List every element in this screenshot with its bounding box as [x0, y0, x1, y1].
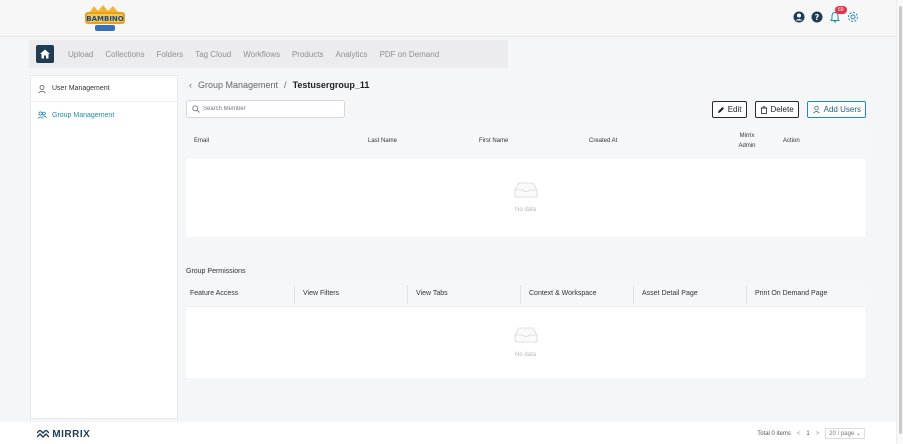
search-icon [192, 105, 200, 113]
permissions-table: Feature Access View Filters View Tabs Co… [186, 282, 865, 378]
bambino-logo[interactable]: BAMBINO [82, 4, 128, 33]
next-page-button[interactable]: > [816, 431, 820, 437]
permissions-table-header: Feature Access View Filters View Tabs Co… [186, 282, 865, 307]
permissions-empty-state: No data [513, 326, 539, 358]
help-icon[interactable]: ? [811, 11, 823, 23]
main-nav: Upload Collections Folders Tag Cloud Wor… [29, 40, 508, 68]
column-divider [746, 285, 747, 304]
mirrix-logo: MIRRIX [36, 429, 91, 440]
member-search[interactable] [186, 100, 345, 118]
column-created-at[interactable]: Created At [589, 138, 617, 144]
nav-item-folders[interactable]: Folders [157, 50, 184, 59]
delete-label: Delete [770, 105, 794, 114]
pencil-icon [717, 106, 724, 113]
add-users-label: Add Users [823, 105, 861, 114]
gear-icon[interactable] [847, 11, 859, 23]
trash-icon [760, 105, 767, 114]
page-size-value: 20 / page [829, 431, 855, 437]
edit-button[interactable]: Edit [711, 101, 747, 118]
nav-item-products[interactable]: Products [292, 50, 324, 59]
column-divider [633, 285, 634, 304]
scrollbar-thumb[interactable] [899, 6, 902, 434]
bell-icon[interactable]: 69 [829, 6, 847, 23]
column-asset-detail-page[interactable]: Asset Detail Page [642, 290, 698, 297]
nav-item-collections[interactable]: Collections [105, 50, 144, 59]
column-email[interactable]: Email [194, 138, 209, 144]
column-divider [520, 285, 521, 304]
nav-item-pdf-on-demand[interactable]: PDF on Demand [380, 50, 440, 59]
footer: MIRRIX Total 0 items < 1 > 20 / page ⌄ [0, 422, 896, 444]
nav-item-tag-cloud[interactable]: Tag Cloud [195, 50, 231, 59]
sidebar-item-group-management[interactable]: Group Management [31, 102, 177, 128]
breadcrumb: ‹ Group Management / Testusergroup_11 [189, 80, 369, 90]
members-table: Email Last Name First Name Created At Mi… [186, 123, 865, 237]
user-outline-icon [37, 84, 47, 94]
group-actions: Edit Delete Add Users [711, 101, 866, 118]
page-scrollbar[interactable] [896, 0, 903, 444]
add-user-icon [812, 105, 820, 114]
empty-inbox-icon [514, 182, 537, 198]
svg-text:?: ? [815, 13, 820, 22]
notification-badge: 69 [835, 6, 847, 14]
mirrix-brand-text: MIRRIX [52, 429, 91, 440]
sidebar-item-label: User Management [52, 85, 110, 92]
column-print-on-demand-page[interactable]: Print On Demand Page [755, 290, 827, 297]
column-view-tabs[interactable]: View Tabs [416, 290, 448, 297]
add-users-button[interactable]: Add Users [806, 101, 866, 118]
delete-button[interactable]: Delete [754, 101, 799, 118]
nav-item-workflows[interactable]: Workflows [243, 50, 280, 59]
back-chevron-icon[interactable]: ‹ [189, 80, 192, 90]
column-feature-access[interactable]: Feature Access [190, 290, 238, 297]
pagination: Total 0 items < 1 > 20 / page ⌄ [757, 428, 865, 439]
empty-inbox-icon [514, 327, 537, 343]
breadcrumb-separator: / [284, 80, 287, 90]
breadcrumb-current: Testusergroup_11 [292, 80, 370, 90]
group-icon [37, 110, 47, 120]
members-empty-state: No data [513, 181, 539, 213]
column-mirrix-admin[interactable]: Mirrix Admin [732, 131, 762, 151]
search-input[interactable] [203, 106, 333, 112]
total-items: Total 0 items [757, 430, 791, 437]
edit-label: Edit [727, 105, 742, 114]
members-table-header: Email Last Name First Name Created At Mi… [186, 123, 865, 159]
permissions-empty-text: No data [514, 352, 536, 358]
top-bar: BAMBINO ? 69 [0, 0, 896, 37]
nav-item-analytics[interactable]: Analytics [336, 50, 368, 59]
sidebar-item-label: Group Management [52, 111, 115, 119]
home-icon [40, 49, 50, 59]
column-first-name[interactable]: First Name [479, 138, 508, 144]
column-last-name[interactable]: Last Name [368, 138, 397, 144]
nav-item-upload[interactable]: Upload [68, 50, 93, 59]
members-empty-text: No data [514, 207, 536, 213]
page-size-select[interactable]: 20 / page ⌄ [825, 428, 865, 439]
column-view-filters[interactable]: View Filters [303, 290, 339, 297]
column-divider [294, 285, 295, 304]
column-context-workspace[interactable]: Context & Workspace [529, 290, 597, 297]
sidebar-item-user-management[interactable]: User Management [31, 76, 177, 102]
breadcrumb-parent[interactable]: Group Management [198, 80, 278, 90]
prev-page-button[interactable]: < [797, 431, 801, 437]
column-action: Action [783, 138, 800, 144]
column-divider [407, 285, 408, 304]
home-button[interactable] [36, 45, 54, 63]
group-permissions-title: Group Permissions [186, 268, 246, 275]
svg-text:BAMBINO: BAMBINO [86, 15, 124, 23]
sidebar: User Management Group Management [30, 75, 178, 419]
current-page[interactable]: 1 [806, 431, 809, 437]
mirrix-mark-icon [36, 429, 50, 439]
user-icon[interactable] [793, 11, 805, 23]
